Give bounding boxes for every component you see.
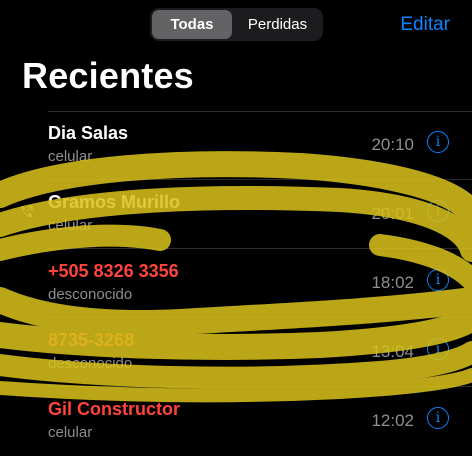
phone-label: desconocido <box>48 355 133 372</box>
call-time: 20:01 <box>371 204 414 223</box>
info-icon[interactable]: i <box>427 200 449 222</box>
phone-label: desconocido <box>48 286 133 303</box>
phone-label: celular <box>48 148 93 165</box>
call-time: 13:04 <box>371 342 414 361</box>
phone-label: celular <box>48 424 93 441</box>
call-row[interactable]: Gramos Murillo celular 20:01 i <box>0 180 472 249</box>
info-icon[interactable]: i <box>427 407 449 429</box>
call-time: 12:02 <box>371 411 414 430</box>
phone-label: celular <box>48 217 93 234</box>
segment-perdidas[interactable]: Perdidas <box>234 10 321 39</box>
info-icon[interactable]: i <box>427 338 449 360</box>
call-row[interactable]: Gil Constructor celular 12:02 i <box>0 387 472 456</box>
contact-name: Dia Salas <box>48 123 129 143</box>
call-row[interactable]: +505 8326 3356 desconocido 18:02 i <box>0 249 472 318</box>
call-row[interactable]: Dia Salas celular 20:10 i <box>0 111 472 180</box>
contact-name: +505 8326 3356 <box>48 261 179 281</box>
contact-name: Gramos Murillo <box>48 192 181 212</box>
outgoing-phone-icon <box>21 205 33 218</box>
segment-todas[interactable]: Todas <box>152 10 232 39</box>
contact-name: Gil Constructor <box>48 399 181 419</box>
edit-button[interactable]: Editar <box>400 14 450 36</box>
info-icon[interactable]: i <box>427 131 449 153</box>
call-filter-segmented-control[interactable]: Todas Perdidas <box>150 8 323 41</box>
call-row[interactable]: 8735-3268 desconocido 13:04 i <box>0 318 472 387</box>
call-time: 20:10 <box>371 135 414 154</box>
call-time: 18:02 <box>371 273 414 292</box>
page-title: Recientes <box>22 55 194 96</box>
info-icon[interactable]: i <box>427 269 449 291</box>
contact-name: 8735-3268 <box>48 330 135 350</box>
